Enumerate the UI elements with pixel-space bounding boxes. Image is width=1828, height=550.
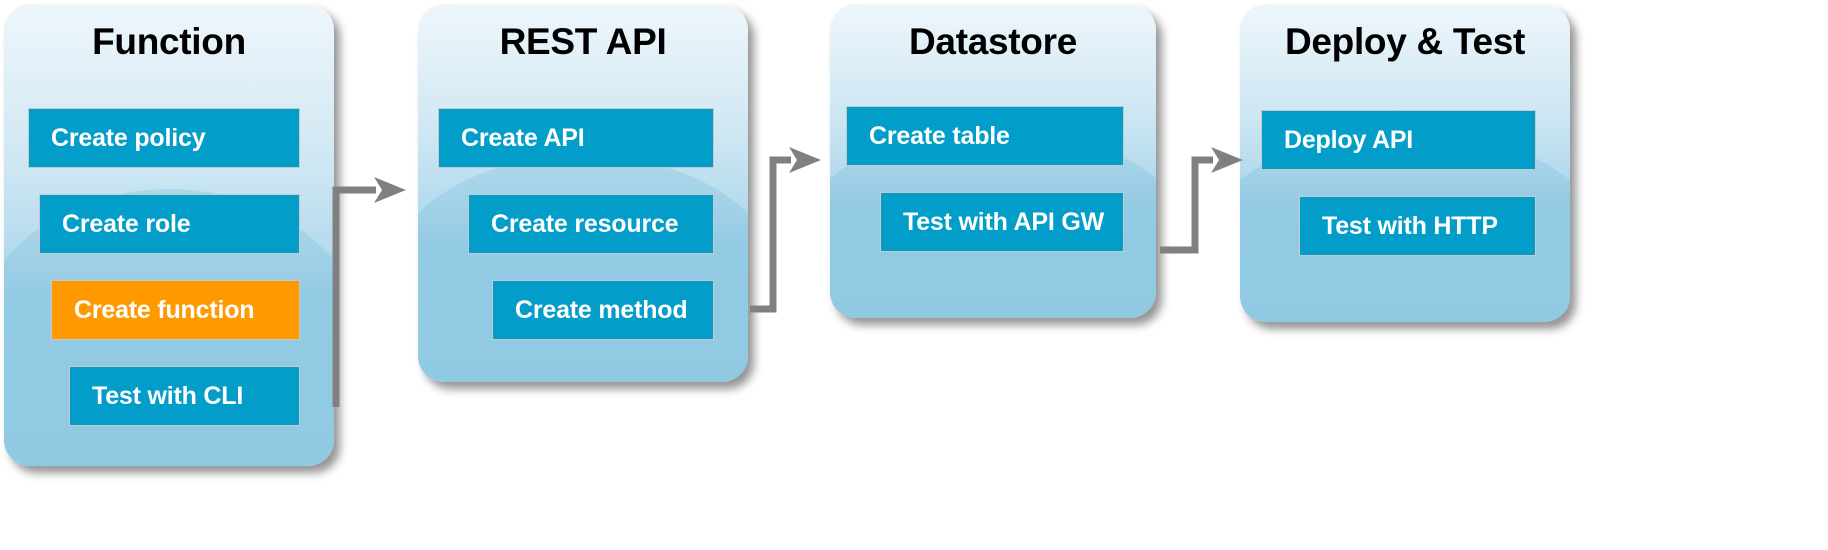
step-chip-label: Create table: [869, 121, 1010, 150]
connector-function-to-rest-api: [320, 175, 430, 415]
panel-title-datastore: Datastore: [909, 21, 1077, 62]
step-chip-label: Deploy API: [1284, 125, 1414, 154]
panel-title-function: Function: [92, 21, 246, 62]
step-chip-deploy-api[interactable]: Deploy API: [1261, 110, 1536, 170]
step-chip-label: Create resource: [491, 209, 679, 238]
step-chip-create-policy[interactable]: Create policy: [28, 108, 300, 168]
step-chip-create-api[interactable]: Create API: [438, 108, 714, 168]
panel-title-rest-api: REST API: [499, 21, 667, 62]
step-chip-create-role[interactable]: Create role: [39, 194, 300, 254]
step-chip-label: Test with API GW: [903, 207, 1104, 236]
step-chip-label: Create function: [74, 295, 255, 324]
connector-rest-api-to-datastore: [735, 145, 845, 345]
step-chip-test-with-api-gw[interactable]: Test with API GW: [880, 192, 1124, 252]
step-chip-create-method[interactable]: Create method: [492, 280, 714, 340]
arrowhead-icon: [374, 177, 406, 203]
step-chip-label: Create API: [461, 123, 585, 152]
arrowhead-icon: [1211, 147, 1243, 173]
step-chip-label: Test with HTTP: [1322, 211, 1498, 240]
panel-title-deploy-test: Deploy & Test: [1284, 21, 1526, 62]
step-chip-label: Create policy: [51, 123, 206, 152]
step-chip-create-resource[interactable]: Create resource: [468, 194, 714, 254]
step-chip-label: Test with CLI: [92, 381, 244, 410]
connector-path: [750, 156, 791, 313]
step-chip-create-table[interactable]: Create table: [846, 106, 1124, 166]
step-chip-test-with-http[interactable]: Test with HTTP: [1299, 196, 1536, 256]
step-chip-label: Create role: [62, 209, 191, 238]
step-chip-test-with-cli[interactable]: Test with CLI: [69, 366, 300, 426]
step-chip-create-function[interactable]: Create function: [51, 280, 300, 340]
diagram-canvas: Function Create policy Create role Creat…: [0, 0, 1828, 550]
connector-path: [1160, 156, 1213, 254]
connector-datastore-to-deploy-test: [1145, 145, 1255, 285]
step-chip-label: Create method: [515, 295, 688, 324]
connector-path: [332, 186, 376, 407]
arrowhead-icon: [789, 147, 821, 173]
